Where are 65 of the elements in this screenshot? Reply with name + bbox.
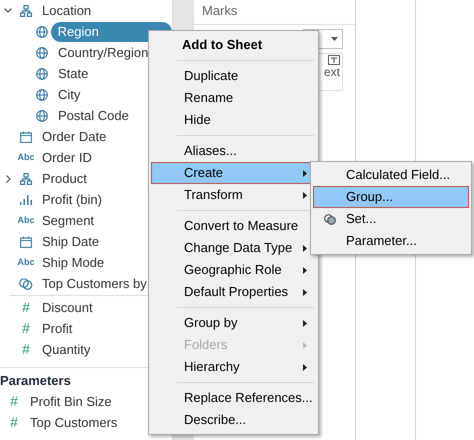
menu-item[interactable]: Default Properties [151, 281, 316, 303]
field-item[interactable]: City [58, 84, 80, 104]
field-item[interactable]: Order Date [42, 126, 106, 146]
globe-icon [36, 110, 48, 122]
calendar-icon [20, 130, 32, 142]
set-icon [324, 214, 336, 224]
menu-item[interactable]: Group... [313, 186, 469, 208]
menu-item[interactable]: Calculated Field... [313, 164, 469, 186]
parameters-heading: Parameters [0, 372, 72, 390]
number-type-icon: # [10, 391, 18, 412]
field-item[interactable]: Profit (bin) [42, 190, 102, 210]
globe-icon [36, 26, 48, 38]
marks-title: Marks [201, 2, 238, 20]
text-mark-label: ext [324, 65, 340, 79]
field-item[interactable]: Order ID [42, 148, 92, 168]
field-item[interactable]: Location [42, 0, 92, 20]
field-item[interactable]: Ship Mode [42, 252, 104, 272]
menu-item[interactable]: Parameter... [313, 230, 469, 252]
hierarchy-icon [20, 4, 32, 16]
menu-item[interactable]: Set... [313, 208, 469, 230]
set-icon [19, 278, 33, 290]
string-type-icon: Abc [17, 214, 34, 228]
field-item[interactable]: Product [42, 168, 87, 188]
field-item[interactable]: Top Customers by [42, 274, 147, 294]
submenu-arrow-icon [303, 342, 307, 348]
globe-icon [36, 68, 48, 80]
string-type-icon: Abc [17, 150, 34, 164]
menu-item[interactable]: Hide [151, 109, 316, 131]
dropdown-caret-icon [331, 37, 338, 41]
bar-chart-icon [20, 194, 32, 204]
menu-item[interactable]: Group by [151, 312, 316, 334]
submenu-arrow-icon [303, 266, 307, 274]
menu-item[interactable]: Hierarchy [151, 356, 316, 378]
menu-item[interactable]: Replace References... [151, 387, 316, 409]
globe-icon [36, 88, 48, 100]
field-item[interactable]: State [58, 64, 88, 84]
submenu-arrow-icon [303, 288, 307, 296]
text-icon [328, 55, 340, 65]
field-item[interactable]: Profit Bin Size [30, 392, 112, 412]
submenu-arrow-icon [303, 192, 307, 198]
field-item[interactable]: Segment [42, 210, 94, 230]
collapse-chevron-icon[interactable] [4, 8, 12, 13]
number-type-icon: # [22, 318, 30, 339]
field-item[interactable]: Ship Date [42, 232, 100, 252]
submenu-arrow-icon [303, 244, 307, 252]
menu-item[interactable]: Geographic Role [151, 259, 316, 281]
number-type-icon: # [10, 412, 18, 433]
field-item[interactable]: Postal Code [58, 106, 129, 126]
field-item[interactable]: Profit [42, 318, 72, 338]
calendar-icon [20, 236, 32, 248]
string-type-icon: Abc [17, 256, 34, 270]
field-item[interactable]: Country/Region [58, 42, 148, 62]
number-type-icon: # [22, 339, 30, 360]
field-item[interactable]: Quantity [42, 340, 90, 360]
globe-icon [36, 46, 48, 58]
submenu-arrow-icon [303, 364, 307, 370]
field-item[interactable]: Top Customers [30, 412, 118, 432]
number-type-icon: # [22, 297, 30, 318]
field-item[interactable]: Discount [42, 298, 93, 318]
hierarchy-icon [20, 172, 32, 184]
expand-chevron-icon[interactable] [6, 174, 10, 182]
menu-item[interactable]: Aliases... [151, 140, 316, 162]
menu-item[interactable]: Describe... [151, 409, 316, 431]
submenu-arrow-icon [303, 170, 307, 176]
submenu-arrow-icon [303, 320, 307, 326]
